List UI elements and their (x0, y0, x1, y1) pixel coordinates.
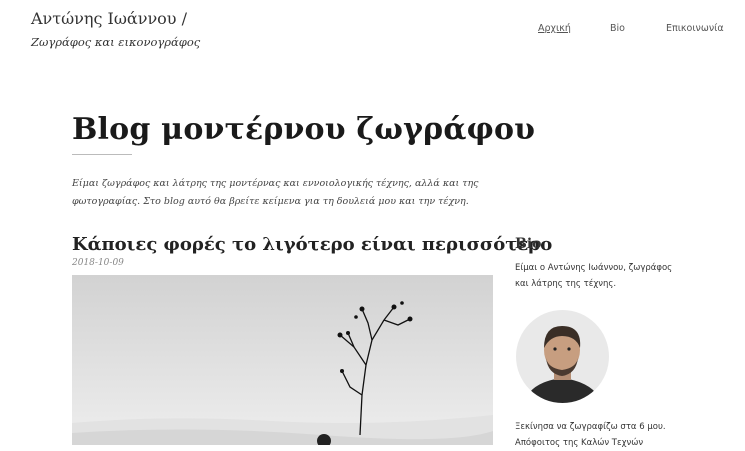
page-title: Blog μοντέρνου ζωγράφου (72, 112, 536, 147)
title-divider (72, 154, 132, 155)
sidebar-bio-text: Ξεκίνησα να ζωγραφίζω στα 6 μου. Απόφοιτ… (515, 422, 666, 448)
post-date: 2018-10-09 (72, 258, 124, 268)
blog-intro: Είμαι ζωγράφος και λάτρης της μοντέρνας … (72, 178, 479, 207)
sidebar-title: Bio (515, 236, 542, 252)
post-featured-image[interactable] (72, 275, 493, 445)
tree-landscape-image (72, 275, 493, 445)
avatar (516, 310, 609, 403)
site-tagline: Ζωγράφος και εικονογράφος (31, 35, 201, 49)
nav-item-contact[interactable]: Επικοινωνία (666, 23, 724, 34)
sidebar-intro: Είμαι ο Αντώνης Ιωάννου, ζωγράφος και λά… (515, 263, 673, 289)
nav-item-home[interactable]: Αρχική (538, 23, 571, 34)
site-title[interactable]: Αντώνης Ιωάννου / (31, 9, 187, 28)
portrait-image (516, 310, 609, 403)
nav-item-bio[interactable]: Bio (610, 23, 625, 34)
post-title[interactable]: Κάποιες φορές το λιγότερο είναι περισσότ… (72, 234, 552, 255)
